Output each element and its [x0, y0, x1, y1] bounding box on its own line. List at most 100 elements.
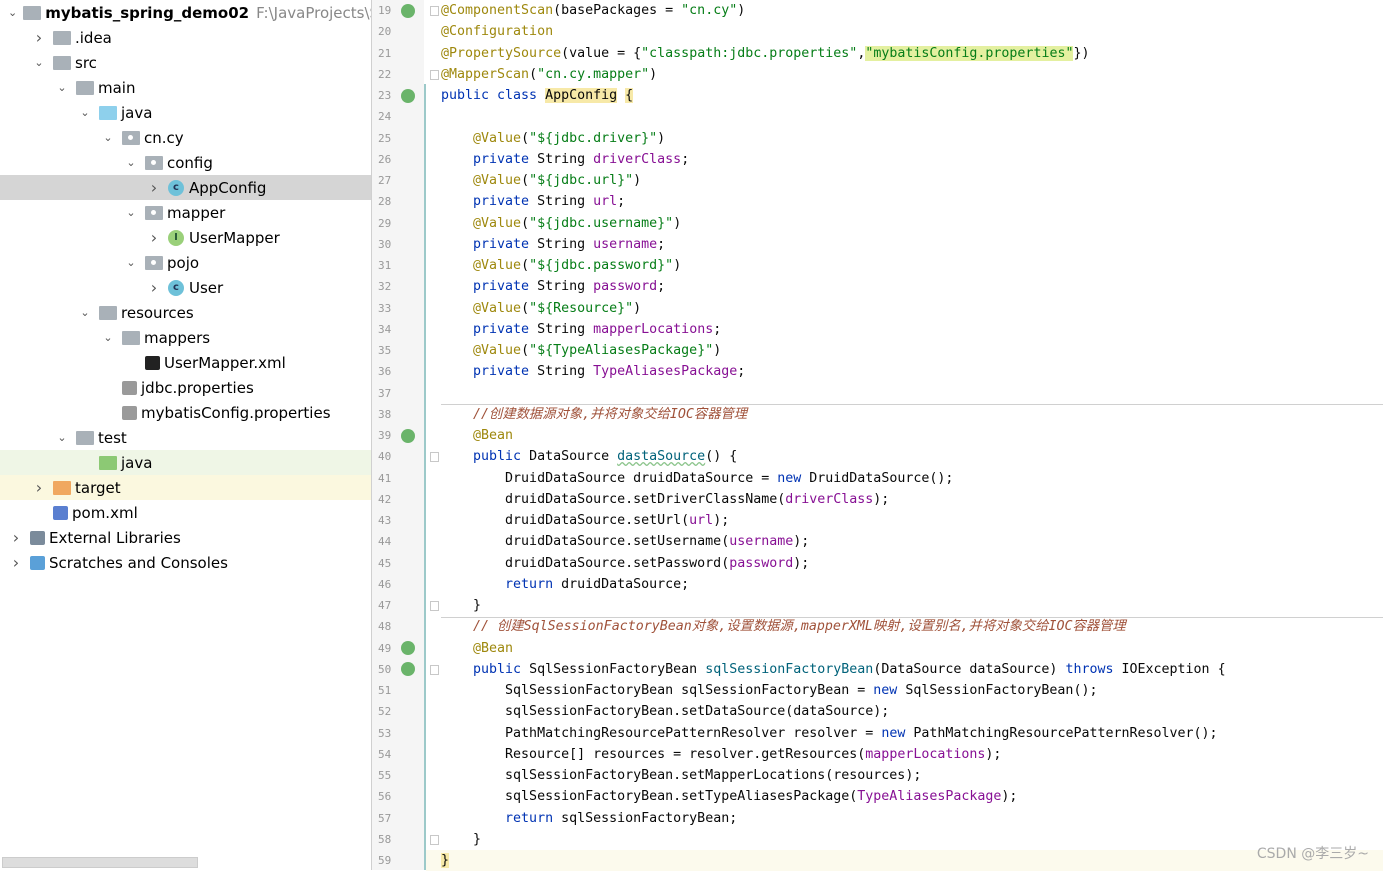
chevron-down-icon[interactable]: ⌄ — [31, 56, 47, 69]
chevron-down-icon[interactable]: ⌄ — [77, 106, 93, 119]
code-token: "cn.cy.mapper" — [537, 66, 650, 82]
chevron-down-icon[interactable]: ⌄ — [100, 131, 116, 144]
code-token: password — [593, 279, 658, 295]
code-token: String — [537, 151, 594, 167]
tree-item-label: java — [121, 453, 153, 472]
tree-item[interactable]: ⌄ pojo — [0, 250, 371, 275]
code-line: druidDataSource.setUrl(url); — [441, 510, 1383, 531]
code-token: sqlSessionFactoryBean.setTypeAliasesPack… — [441, 789, 858, 805]
code-token: ; — [737, 364, 746, 380]
code-token: SqlSessionFactoryBean sqlSessionFactoryB… — [441, 683, 874, 698]
line-number: 21 — [378, 46, 392, 60]
fold-marker-icon[interactable] — [430, 6, 439, 16]
tree-item[interactable]: › External Libraries — [0, 525, 371, 550]
code-token: sqlSessionFactoryBean.setMapperLocations… — [441, 768, 922, 783]
horizontal-scrollbar[interactable] — [2, 857, 198, 868]
chevron-down-icon[interactable]: ⌄ — [54, 81, 70, 94]
line-number: 46 — [378, 577, 392, 591]
chevron-right-icon[interactable]: › — [31, 28, 47, 47]
code-token: () { — [705, 449, 738, 465]
fold-marker-icon[interactable] — [430, 601, 439, 611]
tree-item[interactable]: › Scratches and Consoles — [0, 550, 371, 575]
code-line: public DataSource dastaSource() { — [441, 446, 1383, 467]
code-line: //创建数据源对象,并将对象交给IOC容器管理 — [441, 404, 1383, 425]
chevron-down-icon[interactable]: ⌄ — [54, 431, 70, 444]
tree-item[interactable]: › c User — [0, 275, 371, 300]
tree-item[interactable]: jdbc.properties — [0, 375, 371, 400]
chevron-right-icon[interactable]: › — [8, 528, 24, 547]
tree-item[interactable]: › c AppConfig — [0, 175, 371, 200]
tree-item[interactable]: ⌄ resources — [0, 300, 371, 325]
line-number: 34 — [378, 322, 392, 336]
code-token: private — [441, 279, 538, 295]
chevron-right-icon[interactable]: › — [31, 478, 47, 497]
code-token: ); — [1001, 789, 1018, 805]
tree-item[interactable]: ⌄ main — [0, 75, 371, 100]
code-token: return — [441, 576, 562, 592]
code-token: ; — [713, 321, 722, 337]
chevron-down-icon[interactable]: ⌄ — [100, 331, 116, 344]
code-line: private String driverClass; — [441, 149, 1383, 170]
tree-item[interactable]: pom.xml — [0, 500, 371, 525]
maven-icon — [53, 505, 68, 520]
chevron-down-icon[interactable]: ⌄ — [123, 156, 139, 169]
code-token: //创建数据源对象,并将对象交给IOC容器管理 — [441, 406, 748, 422]
code-token: private — [441, 364, 538, 380]
spring-bean-gutter-icon[interactable] — [401, 3, 415, 18]
line-number: 20 — [378, 25, 392, 39]
tree-item[interactable]: ⌄ mybatis_spring_demo02 F:\JavaProjects\St — [0, 0, 371, 25]
code-line: @Value("${jdbc.driver}") — [441, 128, 1383, 149]
tree-item[interactable]: › target — [0, 475, 371, 500]
spring-bean-gutter-icon[interactable] — [401, 641, 415, 655]
chevron-right-icon[interactable]: › — [146, 178, 162, 197]
tree-item[interactable]: ⌄ cn.cy — [0, 125, 371, 150]
tree-item[interactable]: ⌄ java — [0, 100, 371, 125]
fold-marker-icon[interactable] — [430, 664, 439, 675]
chevron-right-icon[interactable]: › — [146, 278, 162, 297]
chevron-right-icon[interactable]: › — [8, 553, 24, 572]
code-token: @MapperScan — [441, 66, 530, 82]
line-number: 48 — [378, 620, 392, 634]
code-token: ; — [681, 151, 690, 167]
tree-item-label: target — [75, 478, 121, 497]
code-token: } — [441, 853, 450, 868]
chevron-down-icon[interactable]: ⌄ — [123, 256, 139, 269]
line-number: 25 — [378, 131, 392, 145]
tree-item-label: config — [167, 153, 213, 172]
chevron-right-icon[interactable]: › — [146, 228, 162, 247]
tree-item[interactable]: ⌄ mappers — [0, 325, 371, 350]
properties-file-icon — [122, 380, 137, 395]
scratches-icon — [30, 555, 45, 570]
code-token: ( — [521, 343, 530, 358]
tree-item[interactable]: ⌄ test — [0, 425, 371, 450]
tree-item[interactable]: ⌄ mapper — [0, 200, 371, 225]
tree-item[interactable]: › .idea — [0, 25, 371, 50]
code-line: @Value("${Resource}") — [441, 298, 1383, 319]
code-token: "${jdbc.url}" — [529, 173, 634, 188]
tree-item[interactable]: UserMapper.xml — [0, 350, 371, 375]
chevron-down-icon[interactable]: ⌄ — [123, 206, 139, 219]
code-token: "cn.cy" — [681, 3, 738, 18]
chevron-down-icon[interactable]: ⌄ — [8, 6, 17, 19]
tree-item[interactable]: java — [0, 450, 371, 475]
code-token: ( — [521, 215, 530, 231]
code-token: ) — [673, 215, 682, 231]
code-token: "mybatisConfig.properties" — [865, 45, 1074, 61]
code-token: PathMatchingResourcePatternResolver(); — [913, 725, 1218, 741]
code-token: // 创建SqlSessionFactoryBean对象,设置数据源,mappe… — [441, 619, 1126, 635]
fold-marker-icon[interactable] — [430, 452, 439, 463]
spring-bean-gutter-icon[interactable] — [401, 428, 415, 443]
spring-bean-gutter-icon[interactable] — [401, 88, 415, 103]
tree-item[interactable]: mybatisConfig.properties — [0, 400, 371, 425]
line-number: 45 — [378, 556, 392, 570]
code-token: "${jdbc.password}" — [529, 258, 674, 273]
chevron-down-icon[interactable]: ⌄ — [77, 306, 93, 319]
code-token: "${jdbc.driver}" — [529, 130, 658, 146]
fold-marker-icon[interactable] — [430, 834, 439, 845]
fold-marker-icon[interactable] — [430, 69, 439, 80]
line-number: 32 — [378, 280, 392, 294]
code-line: private String url; — [441, 191, 1383, 212]
tree-item[interactable]: › I UserMapper — [0, 225, 371, 250]
tree-item[interactable]: ⌄ src — [0, 50, 371, 75]
tree-item[interactable]: ⌄ config — [0, 150, 371, 175]
